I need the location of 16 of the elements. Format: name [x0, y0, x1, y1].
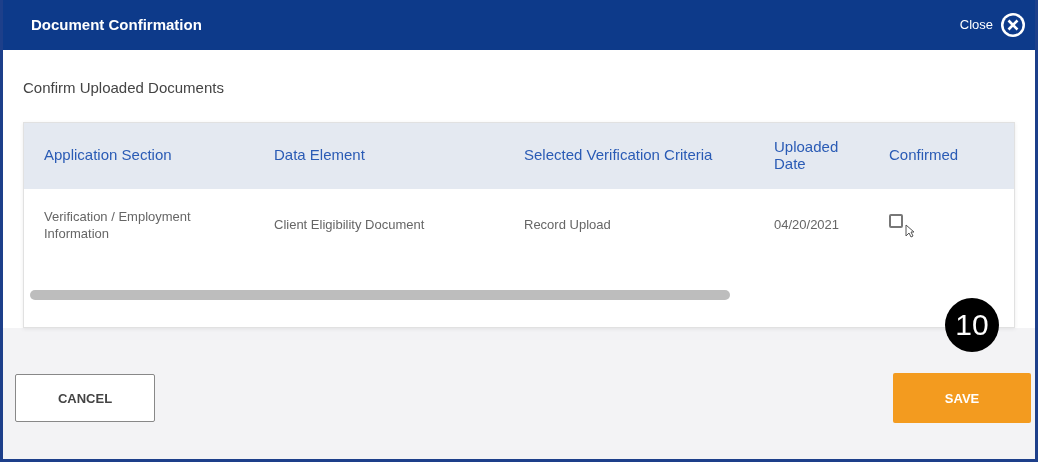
section-title: Confirm Uploaded Documents [23, 78, 224, 98]
column-header: Application Section [43, 147, 173, 164]
close-icon [999, 11, 1027, 39]
column-header: Confirmed [888, 147, 960, 164]
column-header: Selected Verification Criteria [523, 147, 714, 164]
cursor-icon [905, 223, 915, 238]
table-cell-text: Client Eligibility Document [273, 217, 426, 234]
table-cell-text: 04/20/2021 [773, 217, 841, 234]
cancel-button[interactable]: CANCEL [15, 374, 155, 423]
close-button[interactable]: Close [959, 11, 1027, 39]
dialog-title: Document Confirmation [31, 14, 202, 35]
column-header: Uploaded Date [773, 139, 840, 172]
table-cell-text: Verification / Employment Information [43, 208, 192, 243]
table-cell-text: Record Upload [523, 217, 612, 234]
column-header: Data Element [273, 147, 366, 164]
confirmed-checkbox[interactable] [889, 213, 903, 228]
